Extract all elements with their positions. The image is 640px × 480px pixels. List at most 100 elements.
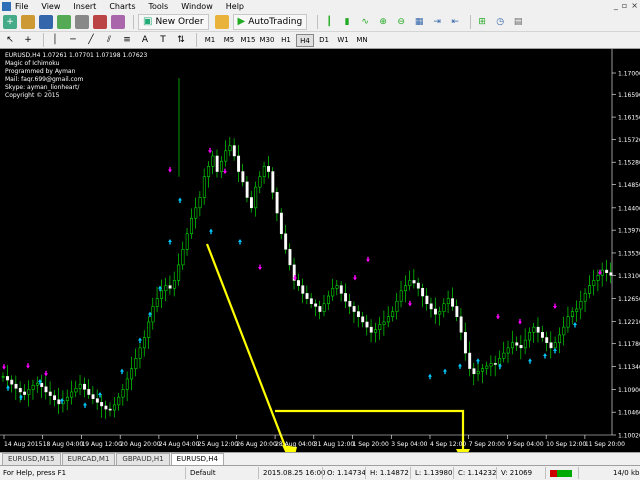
menu-view[interactable]: View (41, 2, 60, 11)
candle-body (545, 337, 549, 343)
candle-body (528, 332, 532, 341)
sell-arrow-icon (366, 256, 370, 263)
tile-windows-icon[interactable]: ▦ (412, 15, 426, 29)
indicators-icon[interactable]: ⊞ (475, 15, 489, 29)
tab-eurusd-h4[interactable]: EURUSD,H4 (170, 453, 224, 465)
text-label-icon[interactable]: T (156, 33, 170, 47)
candle-body (438, 311, 442, 315)
menu-tools[interactable]: Tools (148, 2, 168, 11)
candle-body (130, 368, 134, 380)
menu-window[interactable]: Window (181, 2, 213, 11)
close-icon[interactable]: × (631, 1, 638, 10)
tf-m5[interactable]: M5 (220, 34, 238, 47)
candle-body (481, 368, 484, 372)
candle-body (211, 155, 215, 167)
candle-body (1, 376, 5, 378)
tf-h4[interactable]: H4 (296, 33, 314, 47)
templates-icon[interactable]: ▤ (511, 15, 525, 29)
candle-body (125, 378, 129, 390)
candle-body (434, 308, 437, 315)
y-tick-label: 1.16150 (618, 115, 640, 122)
candle-body (404, 285, 407, 292)
tf-m30[interactable]: M30 (258, 34, 276, 47)
tab-eurusd-m15[interactable]: EURUSD,M15 (2, 453, 61, 465)
candle-body (279, 212, 283, 235)
candle-body (258, 176, 262, 188)
zoom-out-icon[interactable]: ⊖ (394, 15, 408, 29)
candle-body (335, 285, 339, 289)
trendline-icon[interactable]: ╱ (84, 33, 98, 47)
chart-shift-icon[interactable]: ⇤ (448, 15, 462, 29)
zoom-in-icon[interactable]: ⊕ (376, 15, 390, 29)
tab-eurcad-m1[interactable]: EURCAD,M1 (61, 453, 116, 465)
tf-m15[interactable]: M15 (239, 34, 257, 47)
equidistant-channel-icon[interactable]: ⫽ (102, 33, 116, 47)
horizontal-line-icon[interactable]: ─ (66, 33, 80, 47)
tf-w1[interactable]: W1 (334, 34, 352, 47)
candle-body (31, 384, 35, 390)
terminal-icon[interactable] (93, 14, 107, 29)
status-open: O: 1.14734 (327, 469, 366, 477)
data-window-icon[interactable] (57, 14, 71, 29)
candlestick-icon[interactable]: ▮ (340, 15, 354, 29)
candle-body (455, 306, 459, 318)
autotrading-button[interactable]: ▶ AutoTrading (232, 13, 308, 30)
fibonacci-icon[interactable]: ≡ (120, 33, 134, 47)
profiles-icon[interactable] (21, 14, 35, 29)
candle-body (425, 295, 429, 305)
candle-body (172, 280, 176, 289)
x-tick-label: 19 Aug 12:00 (81, 441, 122, 448)
status-profile: Default (190, 469, 216, 477)
market-watch-icon[interactable] (39, 14, 53, 29)
metaeditor-icon[interactable] (214, 14, 229, 29)
vertical-line-icon[interactable]: │ (48, 33, 62, 47)
strategy-tester-icon[interactable] (111, 14, 125, 29)
y-tick-label: 1.16590 (618, 92, 640, 99)
candle-body (288, 249, 292, 266)
candle-body (305, 293, 309, 299)
x-tick-label: 28 Aug 04:00 (275, 441, 316, 448)
line-chart-icon[interactable]: ∿ (358, 15, 372, 29)
tf-m1[interactable]: M1 (201, 34, 219, 47)
tf-mn[interactable]: MN (353, 34, 371, 47)
x-tick-label: 18 Aug 04:00 (43, 441, 84, 448)
candle-body (202, 176, 206, 198)
candle-body (463, 332, 467, 354)
navigator-icon[interactable] (75, 14, 89, 29)
restore-icon[interactable]: ▫ (622, 1, 627, 10)
candle-body (391, 311, 395, 318)
candle-body (369, 326, 373, 333)
menu-insert[interactable]: Insert (73, 2, 96, 11)
bar-chart-icon[interactable]: ┃ (322, 15, 336, 29)
candle-body (562, 326, 566, 336)
candle-body (558, 334, 562, 343)
tf-h1[interactable]: H1 (277, 34, 295, 47)
candle-body (605, 269, 609, 273)
minimize-icon[interactable]: _ (614, 1, 618, 10)
periods-icon[interactable]: ◷ (493, 15, 507, 29)
candle-body (549, 342, 553, 349)
new-chart-icon[interactable]: + (3, 14, 17, 29)
arrows-icon[interactable]: ⇅ (174, 33, 188, 47)
tf-d1[interactable]: D1 (315, 34, 333, 47)
menu-help[interactable]: Help (226, 2, 244, 11)
candle-body (532, 326, 536, 333)
price-chart[interactable]: 1.17000 1.16590 1.16150 1.15720 1.15280 1.148… (0, 49, 640, 452)
candle-body (498, 357, 502, 365)
menu-charts[interactable]: Charts (109, 2, 135, 11)
menu-file[interactable]: File (15, 2, 28, 11)
tab-gbpaud-h1[interactable]: GBPAUD,H1 (116, 453, 170, 465)
buy-arrow-icon (168, 238, 172, 245)
text-icon[interactable]: A (138, 33, 152, 47)
auto-scroll-icon[interactable]: ⇥ (430, 15, 444, 29)
candle-body (284, 233, 288, 250)
candle-body (395, 300, 399, 312)
new-order-button[interactable]: ▣ New Order (138, 13, 209, 30)
candle-body (519, 345, 523, 349)
cursor-icon[interactable]: ↖ (3, 33, 17, 47)
indicator-author: Programmed by Ayman (5, 68, 76, 75)
indicator-mail: Mail: faqr.699@gmail.com (5, 76, 84, 83)
candle-body (553, 342, 557, 349)
crosshair-icon[interactable]: + (21, 33, 35, 47)
chart-window[interactable]: 1.17000 1.16590 1.16150 1.15720 1.15280 1.148… (0, 49, 640, 452)
